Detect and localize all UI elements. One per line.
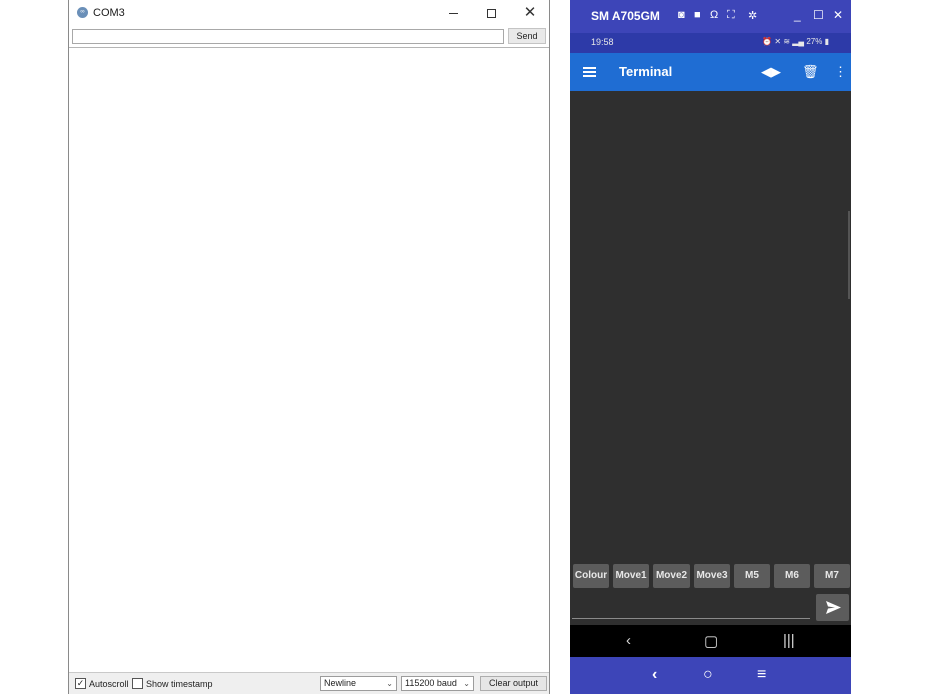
chevron-down-icon: ⌄ bbox=[386, 679, 393, 688]
close-button[interactable]: ✕ bbox=[519, 4, 541, 22]
android-status-bar: 19:58 ⏰ ✕ ≋ ▂▄ 27% ▮ bbox=[570, 33, 851, 53]
line-ending-value: Newline bbox=[324, 678, 357, 688]
minimize-button[interactable]: _ bbox=[794, 8, 801, 22]
line-ending-select[interactable]: Newline ⌄ bbox=[320, 676, 397, 691]
serial-output-area[interactable] bbox=[69, 47, 549, 671]
chevron-down-icon: ⌄ bbox=[463, 679, 470, 688]
menu-icon[interactable]: ≡ bbox=[757, 666, 766, 684]
terminal-input-field[interactable] bbox=[572, 618, 810, 619]
scrollbar-thumb[interactable] bbox=[848, 211, 850, 299]
macro-button-m6[interactable]: M6 bbox=[774, 564, 810, 588]
serial-monitor-window: ∞ COM3 ✕ Send ✓ Autoscroll Show timestam… bbox=[68, 0, 550, 694]
mirror-titlebar: SM A705GM ◙ ■ Ω ⛶ ✲ _ ☐ ✕ bbox=[570, 0, 851, 33]
maximize-button[interactable]: ☐ bbox=[813, 8, 824, 22]
macro-button-row: Colour Move1 Move2 Move3 M5 M6 M7 bbox=[570, 564, 851, 588]
status-time: 19:58 bbox=[591, 37, 614, 47]
autoscroll-label: Autoscroll bbox=[89, 679, 129, 689]
macro-button-move1[interactable]: Move1 bbox=[613, 564, 649, 588]
home-icon[interactable]: ○ bbox=[703, 666, 713, 684]
minimize-button[interactable] bbox=[442, 4, 464, 22]
mirror-nav-bar: ‹ ○ ≡ bbox=[570, 657, 851, 694]
maximize-button[interactable] bbox=[480, 4, 502, 22]
mute-icon: ✕ bbox=[774, 37, 782, 46]
gear-icon[interactable]: ✲ bbox=[748, 9, 757, 22]
show-timestamp-checkbox[interactable] bbox=[132, 678, 143, 689]
menu-icon[interactable] bbox=[583, 67, 596, 77]
send-button[interactable]: Send bbox=[508, 28, 546, 44]
home-icon[interactable]: ▢ bbox=[704, 632, 718, 650]
connect-icon[interactable]: ◀▶ bbox=[761, 64, 781, 80]
arduino-app-icon: ∞ bbox=[77, 7, 88, 18]
serial-titlebar: ∞ COM3 ✕ bbox=[69, 0, 549, 26]
serial-footer: ✓ Autoscroll Show timestamp Newline ⌄ 11… bbox=[69, 672, 549, 694]
wifi-icon: ≋ bbox=[783, 37, 791, 46]
show-timestamp-label: Show timestamp bbox=[146, 679, 213, 689]
terminal-output[interactable] bbox=[570, 91, 851, 561]
status-icons: ⏰ ✕ ≋ ▂▄ 27% ▮ bbox=[762, 37, 829, 46]
back-icon[interactable]: ‹ bbox=[626, 632, 631, 649]
macro-button-colour[interactable]: Colour bbox=[573, 564, 609, 588]
autoscroll-checkbox[interactable]: ✓ bbox=[75, 678, 86, 689]
trash-icon[interactable]: 🗑 bbox=[802, 64, 819, 80]
clear-output-button[interactable]: Clear output bbox=[480, 676, 547, 691]
battery-percent: 27% bbox=[806, 37, 823, 46]
battery-icon: ▮ bbox=[824, 37, 829, 46]
macro-button-move3[interactable]: Move3 bbox=[694, 564, 730, 588]
app-bar: Terminal ◀▶ 🗑 ⋮ bbox=[570, 53, 851, 91]
baud-rate-value: 115200 baud bbox=[405, 678, 457, 688]
macro-button-m7[interactable]: M7 bbox=[814, 564, 850, 588]
back-icon[interactable]: ‹ bbox=[652, 666, 657, 684]
serial-send-input[interactable] bbox=[72, 29, 504, 44]
close-button[interactable]: ✕ bbox=[833, 8, 843, 22]
device-name: SM A705GM bbox=[591, 9, 660, 23]
window-title: COM3 bbox=[93, 7, 125, 19]
headphones-icon[interactable]: Ω bbox=[710, 9, 718, 21]
signal-icon: ▂▄ bbox=[792, 37, 805, 46]
fullscreen-icon[interactable]: ⛶ bbox=[727, 9, 735, 22]
phone-mirror-window: SM A705GM ◙ ■ Ω ⛶ ✲ _ ☐ ✕ 19:58 ⏰ ✕ ≋ ▂▄… bbox=[570, 0, 851, 694]
recents-icon[interactable]: ||| bbox=[783, 632, 795, 649]
camera-icon[interactable]: ◙ bbox=[678, 9, 685, 21]
macro-button-m5[interactable]: M5 bbox=[734, 564, 770, 588]
send-button[interactable] bbox=[816, 594, 849, 621]
android-nav-bar: ‹ ▢ ||| bbox=[570, 625, 851, 657]
alarm-icon: ⏰ bbox=[762, 37, 773, 46]
macro-button-move2[interactable]: Move2 bbox=[653, 564, 690, 588]
send-icon bbox=[826, 601, 841, 614]
baud-rate-select[interactable]: 115200 baud ⌄ bbox=[401, 676, 474, 691]
more-vert-icon[interactable]: ⋮ bbox=[834, 64, 847, 80]
video-icon[interactable]: ■ bbox=[694, 9, 701, 21]
app-title: Terminal bbox=[619, 64, 673, 79]
